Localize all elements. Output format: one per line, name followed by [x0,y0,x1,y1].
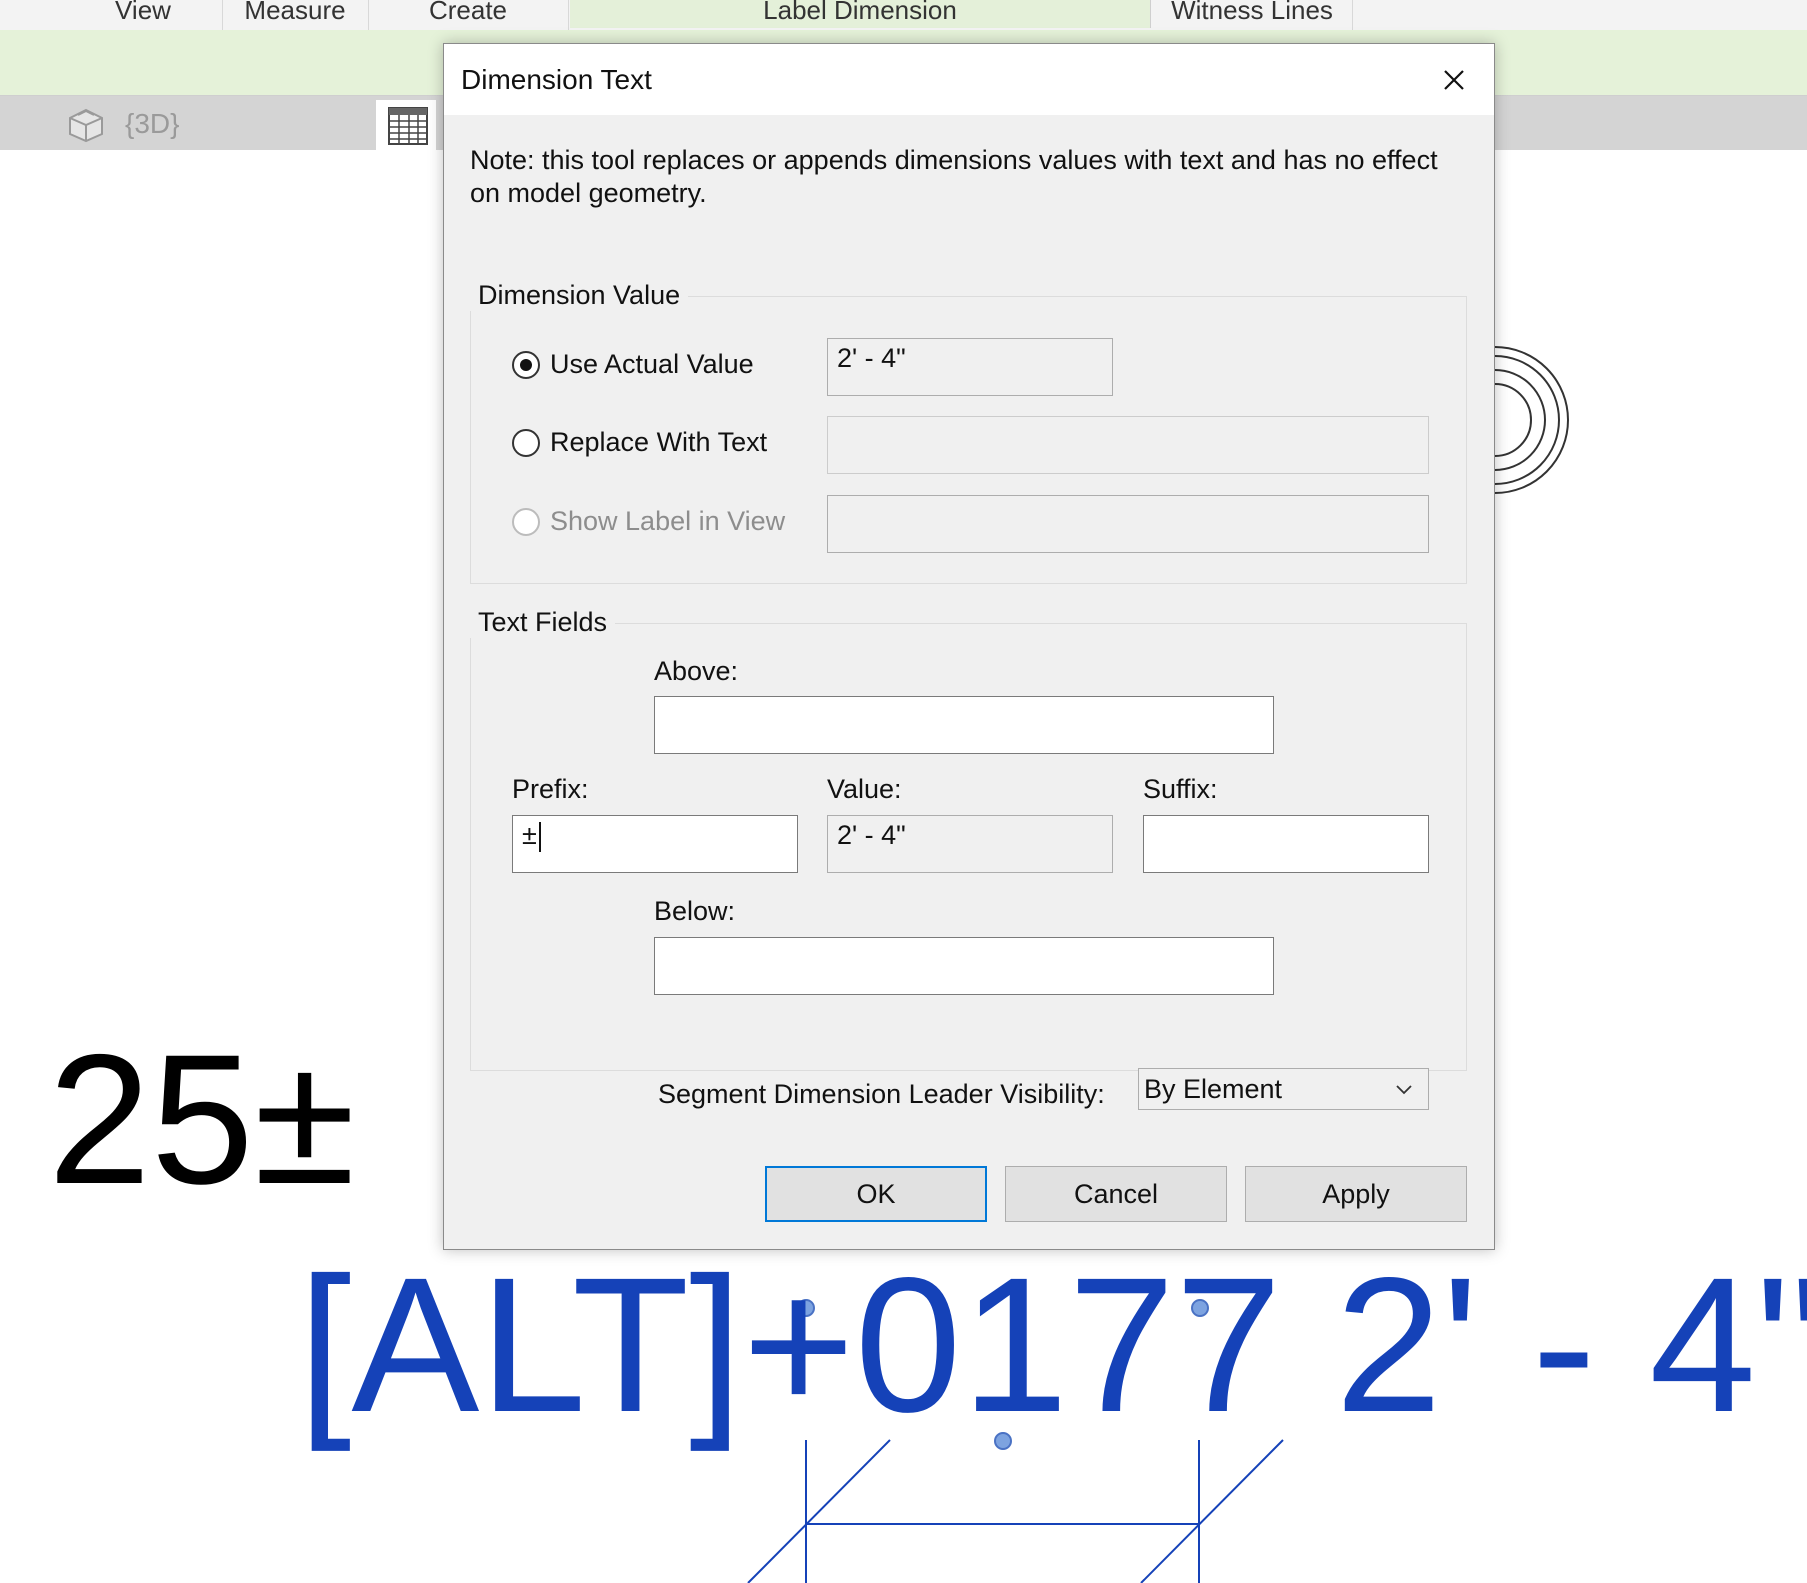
text-fields-group-label: Text Fields [470,607,616,638]
dimension-value-group-label: Dimension Value [470,280,689,311]
radio-replace-with-text[interactable]: Replace With Text [512,427,767,458]
radio-label: Use Actual Value [550,349,754,379]
suffix-label: Suffix: [1143,774,1218,804]
prefix-value: ± [522,820,537,850]
dimension-text-dialog: Dimension Text Note: this tool replaces … [443,43,1495,1250]
radio-button [512,507,540,536]
suffix-field[interactable] [1143,815,1429,873]
radio-button[interactable] [512,428,540,457]
dialog-title: Dimension Text [461,64,652,95]
replace-text-field[interactable] [827,416,1429,474]
above-field[interactable] [654,696,1274,754]
dropdown-selected-value: By Element [1144,1074,1283,1104]
below-label: Below: [654,896,736,926]
prefix-field[interactable]: ± [512,815,798,873]
radio-label: Replace With Text [550,427,768,457]
below-field[interactable] [654,937,1274,995]
radio-label: Show Label in View [550,506,786,536]
above-label: Above: [654,656,739,686]
close-icon [1444,70,1464,90]
leader-visibility-dropdown[interactable]: By Element [1138,1068,1429,1110]
value-label: Value: [827,774,902,804]
radio-use-actual-value[interactable]: Use Actual Value [512,349,754,380]
cancel-button[interactable]: Cancel [1005,1166,1227,1222]
dimension-text-label[interactable]: [ALT]+0177 2' - 4" [298,1240,1807,1450]
sample-text-annotation[interactable]: 25± [48,1020,355,1220]
radio-show-label-in-view: Show Label in View [512,506,785,537]
value-field[interactable]: 2' - 4" [827,815,1113,873]
dimension-line [747,1439,1284,1583]
apply-button[interactable]: Apply [1245,1166,1467,1222]
text-cursor [538,821,541,852]
leader-visibility-label: Segment Dimension Leader Visibility: [658,1079,1105,1109]
radio-button[interactable] [512,350,540,379]
prefix-label: Prefix: [512,774,589,804]
ok-button[interactable]: OK [765,1166,987,1222]
dialog-note: Note: this tool replaces or appends dime… [470,145,1438,208]
close-button[interactable] [1432,58,1476,102]
dialog-titlebar[interactable]: Dimension Text [444,44,1494,115]
actual-value-field[interactable]: 2' - 4" [827,338,1113,396]
show-label-field [827,495,1429,553]
chevron-down-icon [1396,1085,1412,1095]
